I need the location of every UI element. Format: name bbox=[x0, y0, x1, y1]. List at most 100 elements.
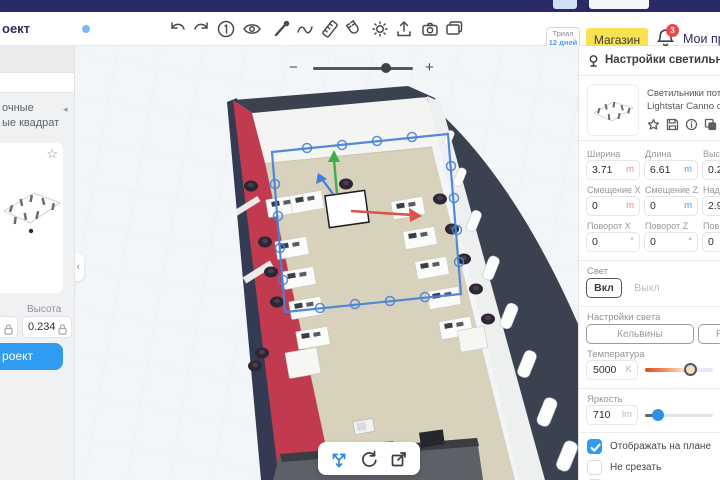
dim-label: Ширина bbox=[587, 149, 621, 159]
value: 0 bbox=[650, 236, 656, 248]
category-collapse-icon[interactable]: ◂ bbox=[63, 104, 68, 115]
object-toolbar bbox=[318, 442, 420, 475]
main-toolbar: оект Триал 12 дней Магазин 3 Мои пр bbox=[0, 12, 720, 52]
dim-label: Смещение Z bbox=[645, 185, 699, 195]
dim-label: Над bbox=[703, 185, 720, 195]
product-thumbnail-sketch bbox=[2, 192, 62, 234]
snapshot-camera-icon[interactable] bbox=[420, 19, 440, 39]
light-settings-label: Настройки света bbox=[587, 312, 661, 323]
product-name-line1: Светильники пото bbox=[647, 88, 720, 99]
render-gallery-icon[interactable] bbox=[444, 19, 464, 39]
unit: m bbox=[684, 200, 692, 211]
offset-z-input[interactable]: 0m bbox=[644, 196, 698, 216]
dim-label: Пов bbox=[703, 221, 720, 231]
measure-ruler-icon[interactable] bbox=[320, 19, 340, 39]
tab-rgb[interactable]: RGB bbox=[698, 324, 720, 344]
value: 3.71 bbox=[592, 164, 613, 176]
zoom-out-button[interactable]: − bbox=[289, 58, 298, 78]
zoom-in-button[interactable]: + bbox=[425, 58, 434, 78]
catalog-header-strip bbox=[0, 46, 74, 73]
rotate-x-input[interactable]: 0 ° bbox=[586, 232, 640, 252]
unit: m bbox=[626, 200, 634, 211]
dim-label: Поворот Z bbox=[645, 221, 689, 231]
divider bbox=[579, 432, 720, 433]
first-person-view-icon[interactable] bbox=[216, 19, 236, 39]
temperature-input[interactable]: 5000 K bbox=[586, 360, 638, 380]
freehand-wave-icon[interactable] bbox=[295, 19, 315, 39]
move-tool-icon[interactable] bbox=[329, 449, 349, 469]
temperature-slider-handle[interactable] bbox=[684, 363, 697, 376]
notifications-badge: 3 bbox=[666, 24, 679, 37]
checkbox-label: Отображать на плане bbox=[610, 441, 712, 452]
lock-icon[interactable] bbox=[58, 322, 67, 335]
length-input[interactable]: 6.61 m bbox=[644, 160, 698, 180]
unit: m bbox=[684, 164, 692, 175]
height-input[interactable]: 0.234 bbox=[22, 316, 72, 338]
height-field-label: Высота bbox=[27, 304, 62, 315]
checkbox-icon[interactable] bbox=[587, 460, 602, 475]
divider bbox=[579, 388, 720, 389]
zoom-control: − + bbox=[289, 58, 435, 78]
zoom-slider[interactable] bbox=[313, 63, 413, 73]
temperature-slider[interactable] bbox=[645, 363, 713, 376]
rotate-z-input[interactable]: 0 ° bbox=[644, 232, 698, 252]
gizmo-anchor-box[interactable] bbox=[324, 189, 370, 229]
redo-icon[interactable] bbox=[191, 19, 211, 39]
pin-icon[interactable] bbox=[587, 54, 600, 67]
scale-tool-icon[interactable] bbox=[389, 449, 409, 469]
scene-3d[interactable] bbox=[75, 46, 578, 480]
rotate-y-input[interactable]: 0 bbox=[702, 232, 720, 252]
magnet-icon[interactable] bbox=[344, 19, 364, 39]
divider bbox=[579, 260, 720, 261]
height-input[interactable]: 0.23 bbox=[702, 160, 720, 180]
light-off-button[interactable]: Выкл bbox=[629, 278, 665, 298]
checkbox-icon[interactable] bbox=[587, 439, 602, 454]
export-upload-icon[interactable] bbox=[394, 19, 414, 39]
product-card[interactable]: ☆ bbox=[0, 143, 63, 293]
checkbox-no-cut[interactable]: Не срезать bbox=[587, 460, 717, 476]
unsaved-indicator-dot bbox=[82, 25, 90, 33]
draw-pen-icon[interactable] bbox=[272, 19, 292, 39]
favorite-star-icon[interactable]: ☆ bbox=[46, 146, 58, 162]
scene-viewport[interactable]: − + ‹ bbox=[75, 46, 578, 480]
product-actions bbox=[647, 118, 717, 131]
favorite-star-icon[interactable] bbox=[647, 118, 660, 131]
product-thumbnail bbox=[587, 84, 639, 136]
clipped-dimension-input[interactable] bbox=[0, 316, 18, 338]
value: 0 bbox=[592, 200, 598, 212]
above-floor-input[interactable]: 2.9 bbox=[702, 196, 720, 216]
category-title-line1: очные bbox=[2, 102, 34, 114]
light-settings-panel: Настройки светильника Светильники пото L… bbox=[578, 46, 720, 480]
offset-x-input[interactable]: 0m bbox=[586, 196, 640, 216]
product-name-line2: Lightstar Canno се bbox=[647, 101, 720, 113]
lighting-sun-icon[interactable] bbox=[370, 19, 390, 39]
checkbox-show-on-plan[interactable]: Отображать на плане bbox=[587, 439, 717, 455]
duplicate-icon[interactable] bbox=[704, 118, 717, 131]
lock-icon[interactable] bbox=[4, 322, 13, 335]
add-to-project-button[interactable]: роект bbox=[0, 343, 63, 370]
tab-kelvin[interactable]: Кельвины bbox=[586, 324, 694, 344]
temperature-value: 5000 bbox=[593, 364, 617, 376]
topbar-clipped-element bbox=[553, 0, 577, 9]
product-name: Светильники пото Lightstar Canno се bbox=[647, 87, 720, 114]
catalog-search-row[interactable] bbox=[0, 73, 74, 93]
panel-title: Настройки светильника bbox=[605, 54, 720, 66]
sidebar-collapse-button[interactable]: ‹ bbox=[75, 253, 84, 281]
brightness-slider-handle[interactable] bbox=[652, 409, 664, 421]
dim-label: Выс bbox=[703, 149, 720, 159]
light-on-button[interactable]: Вкл bbox=[586, 278, 622, 298]
height-value: 0.234 bbox=[28, 321, 56, 333]
brightness-slider[interactable] bbox=[645, 409, 713, 421]
save-icon[interactable] bbox=[666, 118, 679, 131]
visibility-icon[interactable] bbox=[242, 19, 262, 39]
width-input[interactable]: 3.71 m bbox=[586, 160, 640, 180]
my-projects-link[interactable]: Мои пр bbox=[683, 32, 720, 46]
value: 2.9 bbox=[708, 200, 720, 212]
brightness-input[interactable]: 710 lm bbox=[586, 405, 638, 425]
undo-icon[interactable] bbox=[168, 19, 188, 39]
info-icon[interactable] bbox=[685, 118, 698, 131]
rotate-tool-icon[interactable] bbox=[359, 449, 379, 469]
checkbox-label: Не срезать bbox=[610, 462, 662, 473]
zoom-slider-handle[interactable] bbox=[381, 63, 391, 73]
topbar-clipped-element bbox=[589, 0, 649, 9]
